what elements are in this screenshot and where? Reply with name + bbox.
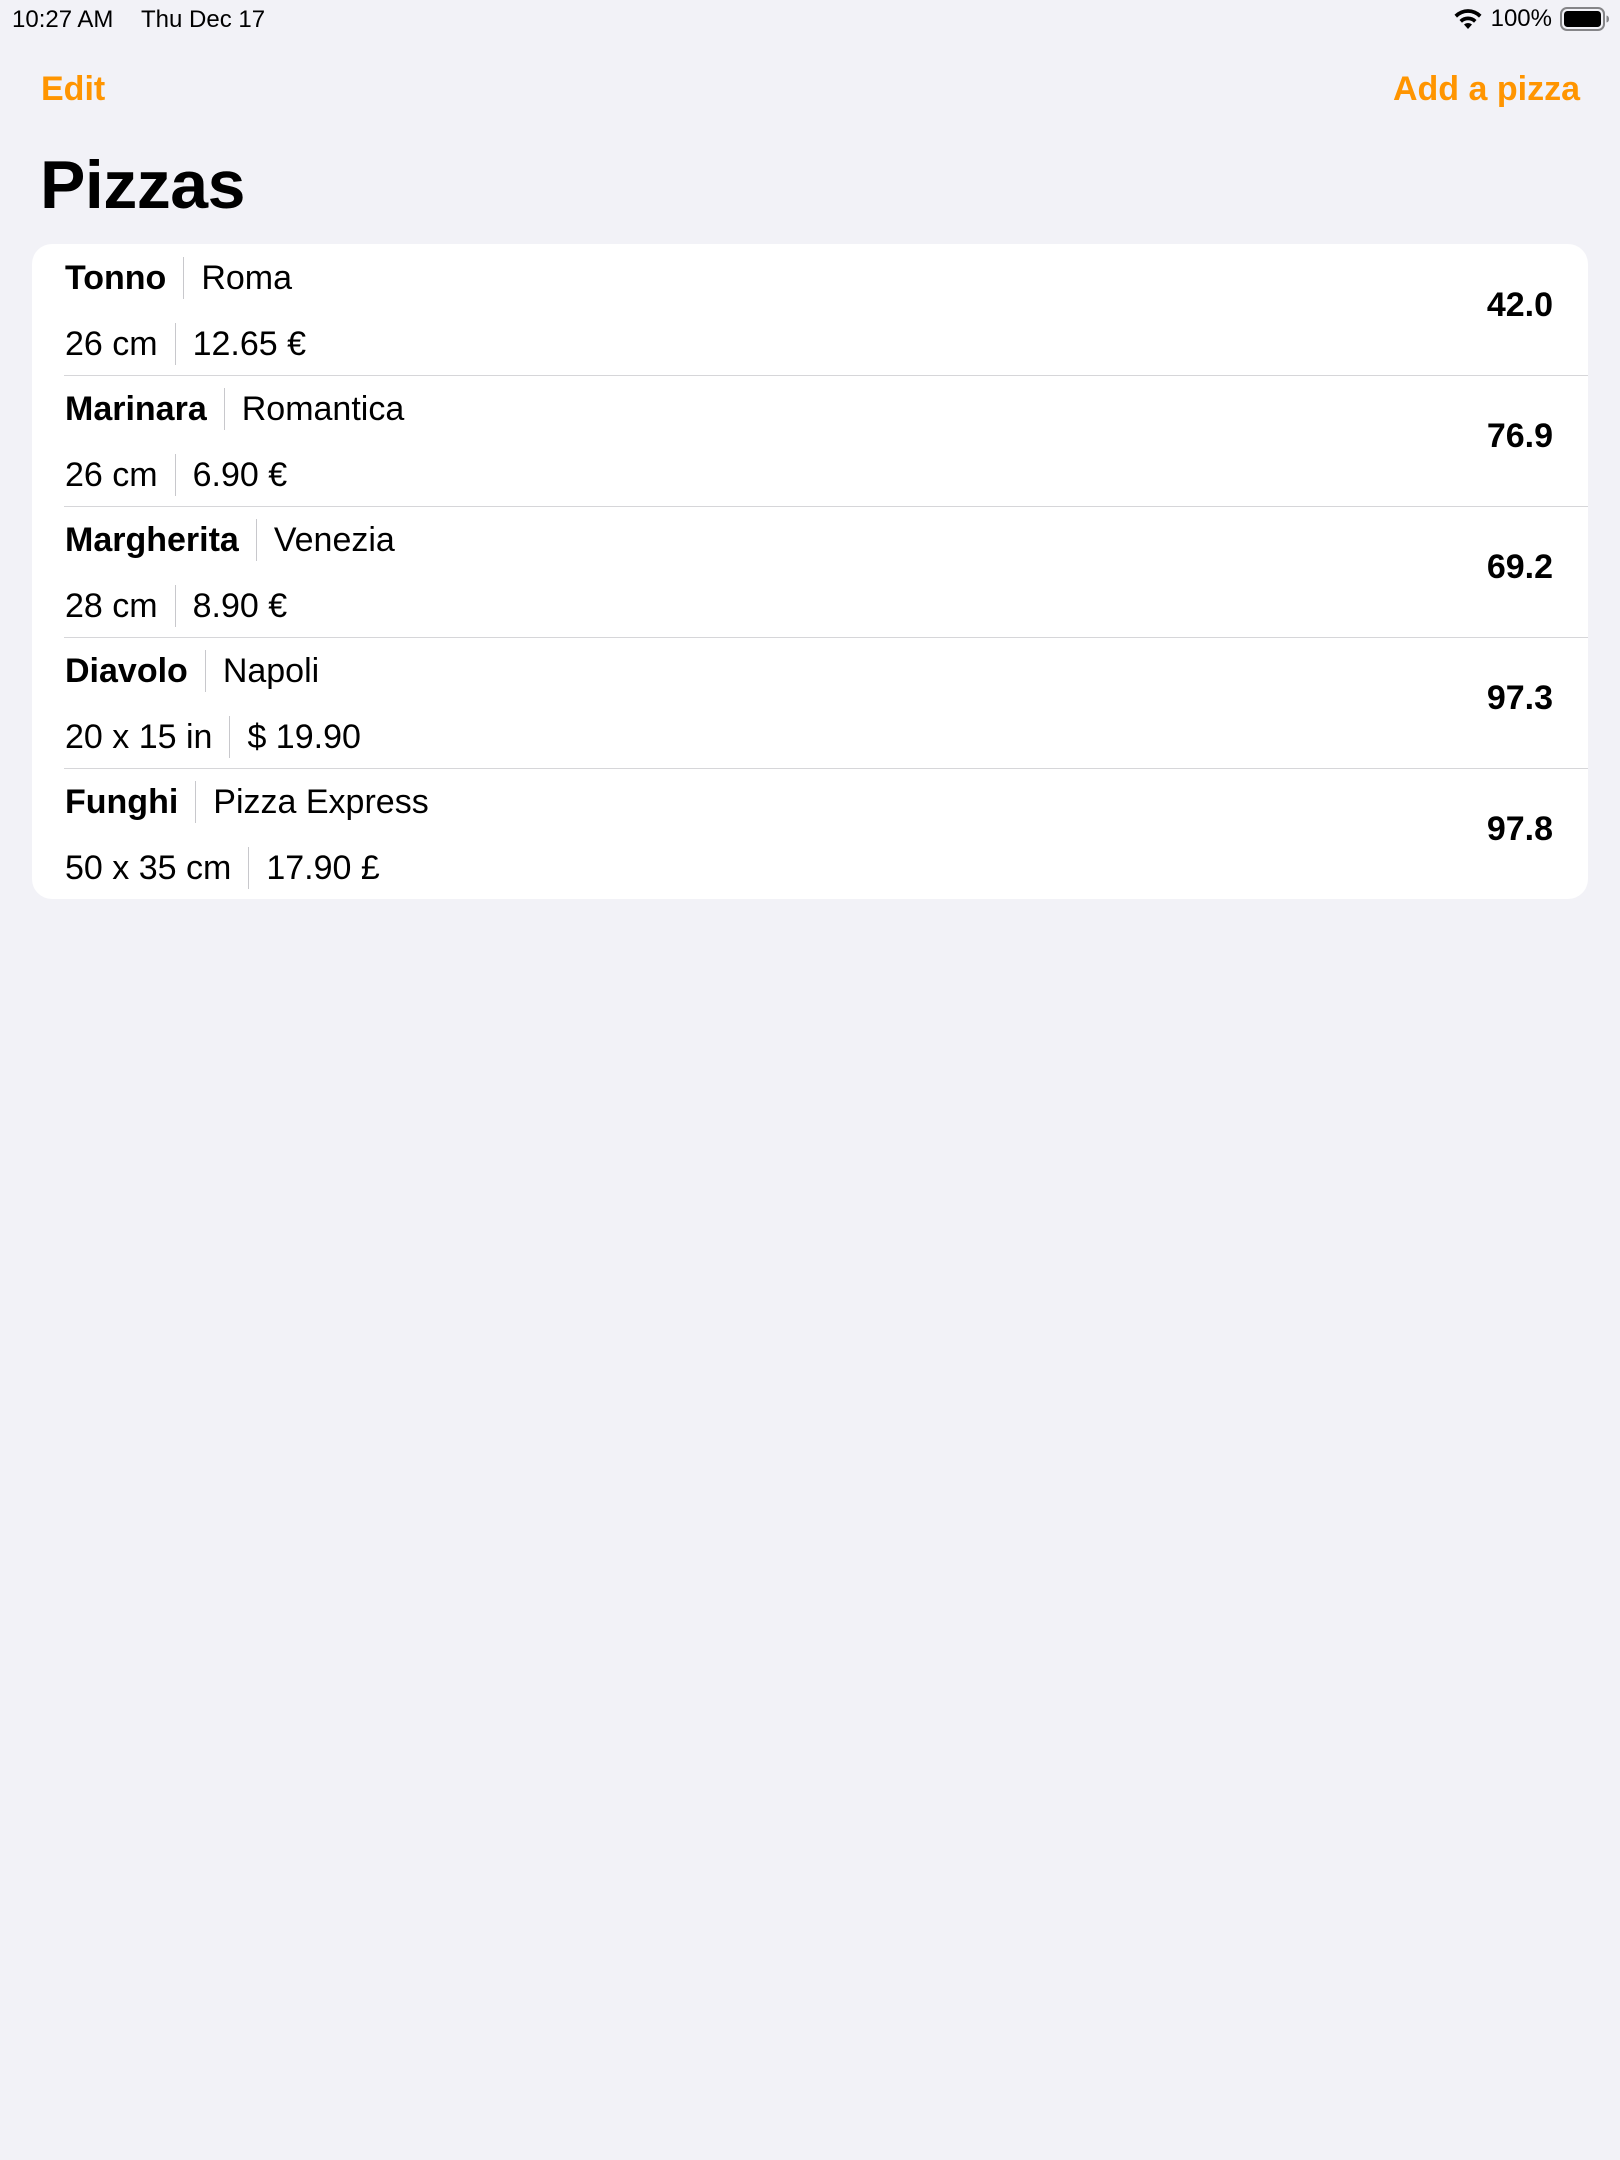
pizza-price: 17.90 £	[266, 848, 380, 887]
pizza-score: 69.2	[1486, 548, 1553, 586]
separator	[248, 847, 250, 889]
restaurant-name: Pizza Express	[213, 782, 429, 821]
page-title: Pizzas	[40, 147, 245, 223]
restaurant-name: Napoli	[222, 651, 320, 690]
separator	[223, 388, 225, 430]
pizza-row[interactable]: Margherita Venezia 28 cm 8.90 € 69.2	[32, 506, 1588, 637]
separator	[174, 323, 176, 365]
pizza-name: Diavolo	[65, 651, 188, 690]
battery-percentage: 100%	[1490, 5, 1552, 32]
battery-icon	[1560, 7, 1610, 31]
row-title-line: Tonno Roma	[65, 256, 292, 300]
pizza-size: 50 x 35 cm	[65, 848, 232, 887]
restaurant-name: Roma	[201, 258, 293, 297]
row-title-line: Diavolo Napoli	[65, 649, 319, 693]
add-pizza-button[interactable]: Add a pizza	[1393, 70, 1580, 109]
edit-button[interactable]: Edit	[41, 70, 105, 109]
pizza-size: 20 x 15 in	[65, 717, 213, 756]
pizza-price: 8.90 €	[192, 586, 288, 625]
row-title-line: Marinara Romantica	[65, 387, 404, 431]
pizza-name: Funghi	[65, 782, 179, 821]
pizza-size: 26 cm	[65, 455, 158, 494]
separator	[174, 454, 176, 496]
pizza-row[interactable]: Tonno Roma 26 cm 12.65 € 42.0	[32, 244, 1588, 375]
status-time: 10:27 AM	[12, 6, 114, 33]
status-bar: 10:27 AM Thu Dec 17 100%	[0, 0, 1620, 40]
pizza-size: 26 cm	[65, 324, 158, 363]
pizza-size: 28 cm	[65, 586, 158, 625]
separator	[204, 650, 206, 692]
separator	[255, 519, 257, 561]
separator	[229, 716, 231, 758]
pizza-score: 97.8	[1486, 810, 1553, 848]
row-title-line: Funghi Pizza Express	[65, 780, 429, 824]
pizza-score: 42.0	[1486, 286, 1553, 324]
pizza-price: 6.90 €	[192, 455, 288, 494]
separator	[174, 585, 176, 627]
row-title-line: Margherita Venezia	[65, 518, 395, 562]
restaurant-name: Venezia	[273, 520, 395, 559]
separator	[183, 257, 185, 299]
pizza-name: Tonno	[65, 258, 167, 297]
status-indicators: 100%	[1453, 5, 1610, 33]
pizza-price: 12.65 €	[192, 324, 307, 363]
pizza-row[interactable]: Funghi Pizza Express 50 x 35 cm 17.90 £ …	[32, 768, 1588, 899]
row-detail-line: 26 cm 6.90 €	[65, 453, 287, 497]
pizza-row[interactable]: Marinara Romantica 26 cm 6.90 € 76.9	[32, 375, 1588, 506]
row-detail-line: 20 x 15 in $ 19.90	[65, 715, 361, 759]
navigation-bar: Edit Add a pizza	[0, 56, 1620, 126]
pizza-name: Margherita	[65, 520, 239, 559]
pizza-row[interactable]: Diavolo Napoli 20 x 15 in $ 19.90 97.3	[32, 637, 1588, 768]
restaurant-name: Romantica	[241, 389, 405, 428]
separator	[195, 781, 197, 823]
pizza-list: Tonno Roma 26 cm 12.65 € 42.0 Marinara R…	[32, 244, 1588, 899]
row-detail-line: 50 x 35 cm 17.90 £	[65, 846, 380, 890]
wifi-icon	[1453, 8, 1483, 30]
pizza-price: $ 19.90	[247, 717, 361, 756]
pizza-name: Marinara	[65, 389, 207, 428]
pizza-score: 76.9	[1486, 417, 1553, 455]
row-detail-line: 26 cm 12.65 €	[65, 322, 306, 366]
status-date: Thu Dec 17	[141, 6, 266, 33]
pizza-score: 97.3	[1486, 679, 1553, 717]
row-detail-line: 28 cm 8.90 €	[65, 584, 287, 628]
